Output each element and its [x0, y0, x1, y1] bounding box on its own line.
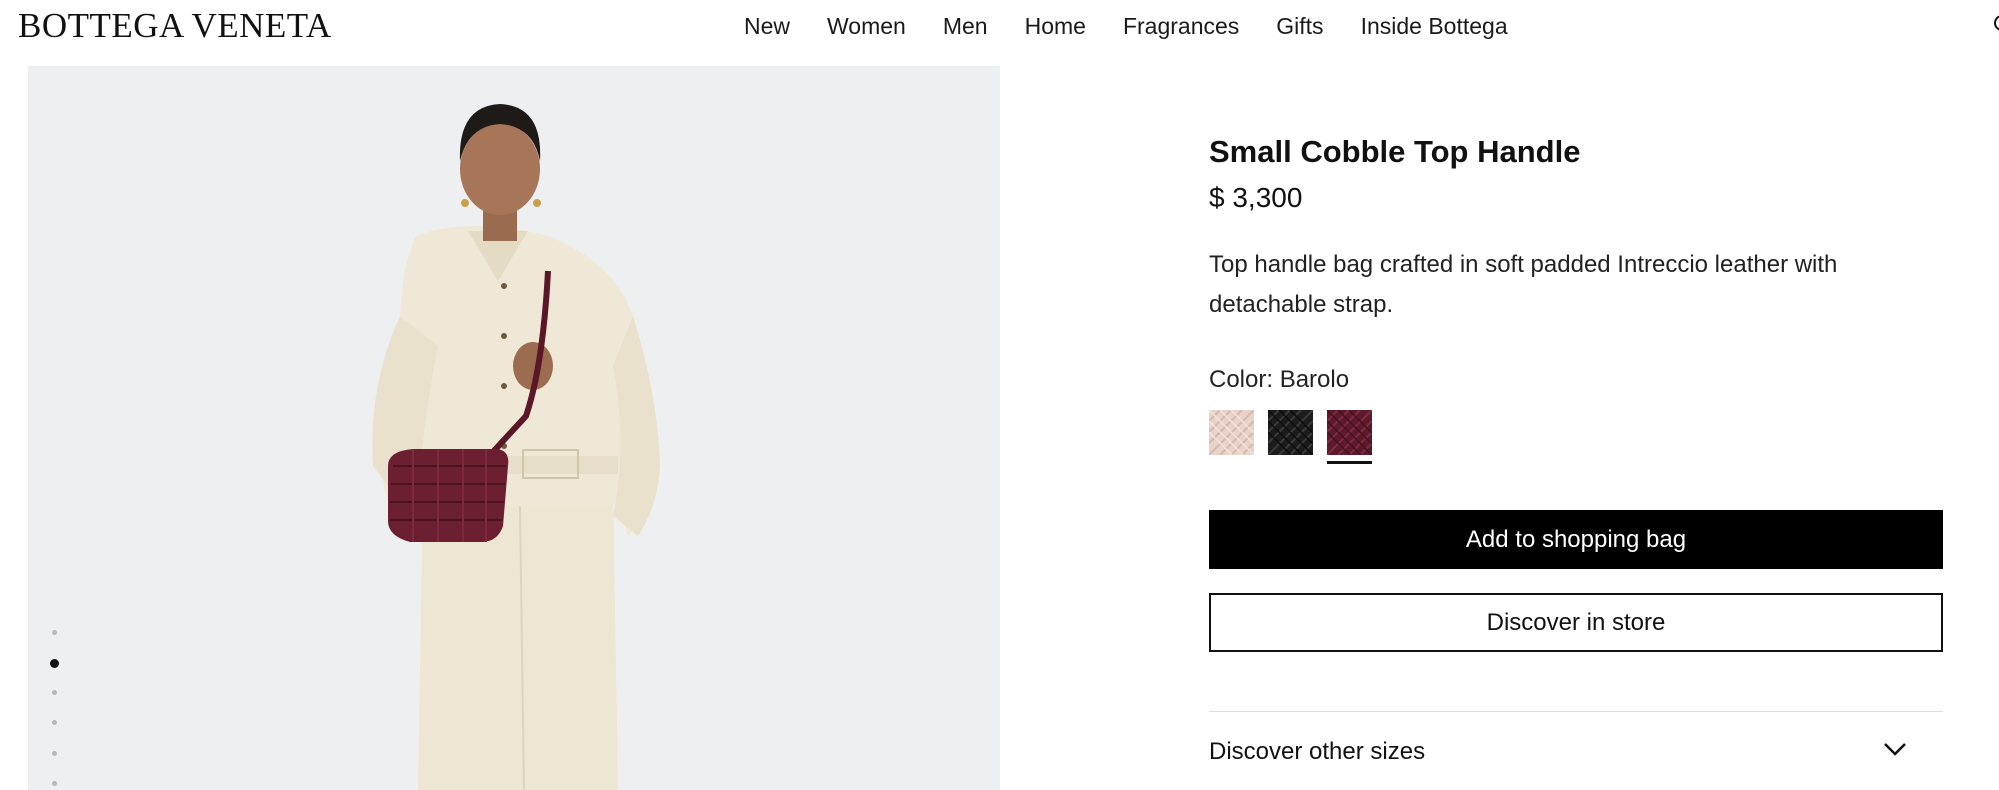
color-label: Color:	[1209, 366, 1274, 393]
color-label-row: Color: Barolo	[1209, 364, 1349, 396]
swatch-black-image	[1267, 409, 1314, 456]
nav-item-inside-bottega[interactable]: Inside Bottega	[1361, 10, 1508, 42]
accordion-label: Discover other sizes	[1209, 738, 1426, 765]
chevron-down-icon	[1884, 743, 1906, 756]
section-divider	[1209, 711, 1943, 712]
color-value: Barolo	[1279, 366, 1350, 393]
gallery-dot-active[interactable]	[50, 659, 59, 668]
gallery-dot[interactable]	[52, 630, 57, 635]
product-price: $ 3,300	[1209, 182, 1303, 213]
swatch-light-pink-image	[1208, 409, 1255, 456]
nav-item-women[interactable]: Women	[827, 10, 906, 42]
swatch-light-pink[interactable]	[1208, 409, 1255, 456]
product-gallery[interactable]	[28, 66, 1000, 790]
site-header: BOTTEGA VENETA New Women Men Home Fragra…	[0, 0, 1999, 52]
selected-swatch-indicator	[1327, 461, 1372, 464]
search-icon[interactable]	[1993, 10, 1999, 40]
product-title: Small Cobble Top Handle	[1209, 134, 1581, 169]
nav-item-new[interactable]: New	[744, 10, 790, 42]
gallery-pagination	[50, 66, 60, 790]
gallery-dot[interactable]	[52, 720, 57, 725]
add-to-bag-button[interactable]: Add to shopping bag	[1209, 510, 1943, 569]
nav-item-home[interactable]: Home	[1025, 10, 1086, 42]
product-description: Top handle bag crafted in soft padded In…	[1209, 251, 1838, 318]
color-swatches	[1208, 409, 1386, 464]
discover-other-sizes-accordion[interactable]: Discover other sizes	[1209, 730, 1943, 774]
swatch-barolo[interactable]	[1326, 409, 1373, 464]
model-with-bag-image	[28, 66, 1000, 790]
nav-item-gifts[interactable]: Gifts	[1276, 10, 1323, 42]
gallery-dot[interactable]	[52, 781, 57, 786]
swatch-black[interactable]	[1267, 409, 1314, 456]
nav-item-men[interactable]: Men	[943, 10, 988, 42]
main-nav: New Women Men Home Fragrances Gifts Insi…	[744, 10, 1545, 42]
nav-item-fragrances[interactable]: Fragrances	[1123, 10, 1239, 42]
swatch-barolo-image	[1326, 409, 1373, 456]
gallery-dot[interactable]	[52, 751, 57, 756]
gallery-dot[interactable]	[52, 690, 57, 695]
brand-logo[interactable]: BOTTEGA VENETA	[18, 6, 332, 46]
discover-in-store-button[interactable]: Discover in store	[1209, 593, 1943, 652]
